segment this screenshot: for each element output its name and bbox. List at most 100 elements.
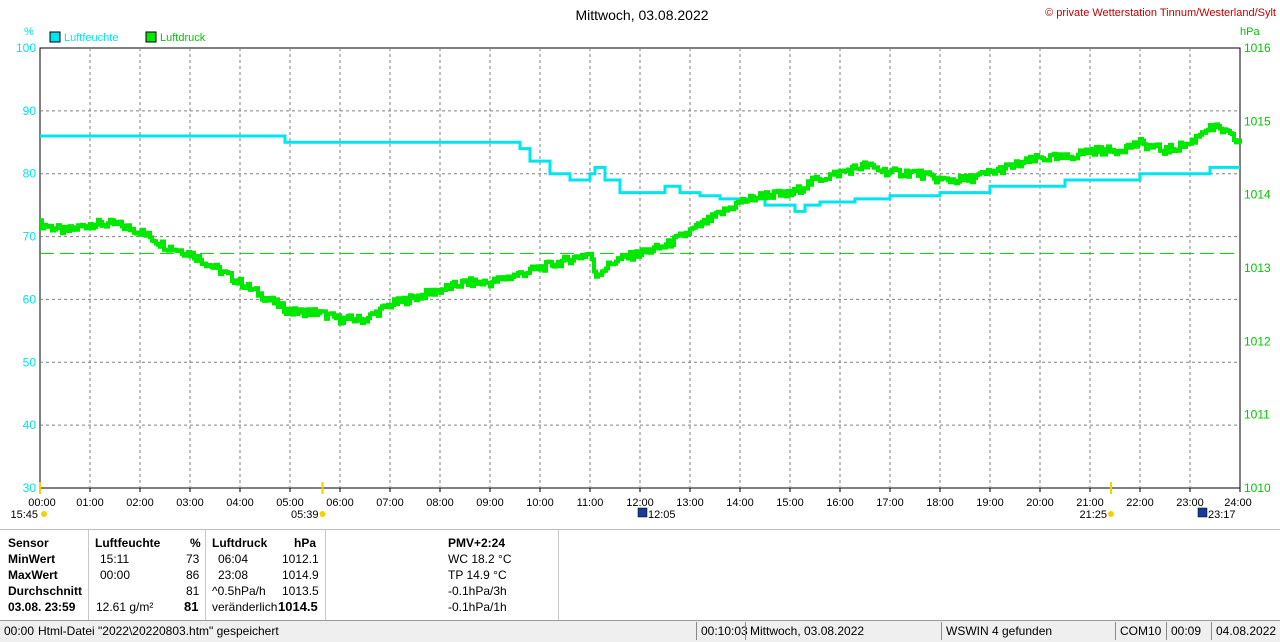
- row-now-label: 03.08. 23:59: [8, 600, 76, 614]
- statistics-panel: Sensor Luftfeuchte % Luftdruck hPa MinWe…: [0, 529, 1280, 621]
- x-tick-label: 24:00: [1224, 497, 1252, 509]
- right-tick-label: 1016: [1244, 41, 1271, 55]
- trend-3h: -0.1hPa/3h: [448, 584, 507, 598]
- event-time-label: 23:17: [1208, 509, 1236, 521]
- hum-max-time: 00:00: [100, 568, 131, 582]
- x-tick-label: 04:00: [226, 497, 254, 509]
- pres-trend: ^0.5hPa/h: [212, 584, 266, 598]
- right-axis-ticks: 1010 1011 1012 1013 1014 1015 1016: [1244, 41, 1271, 495]
- hum-avg-value: 81: [186, 584, 200, 598]
- hdr-humidity-unit: %: [190, 536, 201, 550]
- event-time-label: 12:05: [648, 509, 676, 521]
- chart-title: Mittwoch, 03.08.2022: [575, 7, 708, 23]
- right-tick-label: 1011: [1244, 408, 1270, 422]
- pmv-value: PMV+2:24: [448, 536, 506, 550]
- x-tick-label: 06:00: [326, 497, 354, 509]
- right-axis-unit: hPa: [1240, 26, 1260, 38]
- x-axis-ticks: 00:00 01:00 02:00 03:00 04:00 05:00 06:00 07:00…: [28, 488, 1252, 509]
- hum-min-value: 73: [186, 552, 200, 566]
- right-tick-label: 1015: [1244, 114, 1271, 128]
- left-tick-label: 60: [23, 292, 37, 306]
- x-tick-label: 21:00: [1076, 497, 1104, 509]
- x-tick-label: 12:00: [626, 497, 654, 509]
- hdr-sensor: Sensor: [8, 536, 49, 550]
- x-tick-label: 13:00: [676, 497, 704, 509]
- pres-max-value: 1014.9: [282, 568, 319, 582]
- x-tick-label: 00:00: [28, 497, 56, 509]
- row-max-label: MaxWert: [8, 568, 58, 582]
- moon-icon: [637, 507, 648, 518]
- left-tick-label: 70: [23, 230, 37, 244]
- left-tick-label: 100: [16, 41, 36, 55]
- legend-label-pressure: Luftdruck: [160, 32, 206, 44]
- left-tick-label: 90: [23, 104, 37, 118]
- x-tick-label: 15:00: [776, 497, 804, 509]
- status-bar: 00:00 Html-Datei "2022\20220803.htm" ges…: [0, 620, 1280, 642]
- right-tick-label: 1010: [1244, 481, 1271, 495]
- left-tick-label: 50: [23, 355, 37, 369]
- status-port: COM10: [1115, 622, 1166, 640]
- moon-icon: [1197, 507, 1208, 518]
- x-tick-label: 23:00: [1176, 497, 1204, 509]
- status-today: 04.08.2022: [1211, 622, 1280, 640]
- status-html-time: 00:00: [4, 624, 35, 638]
- event-time-label: 15:45: [10, 509, 38, 521]
- pres-now-value: 1014.5: [278, 599, 318, 614]
- x-tick-label: 01:00: [76, 497, 104, 509]
- hdr-pressure: Luftdruck: [212, 536, 268, 550]
- x-tick-label: 08:00: [426, 497, 454, 509]
- left-tick-label: 80: [23, 167, 37, 181]
- x-tick-label: 07:00: [376, 497, 404, 509]
- event-marker: [39, 482, 41, 494]
- event-marker: [1110, 482, 1112, 494]
- x-tick-label: 19:00: [976, 497, 1004, 509]
- status-elapsed: 00:10:03: [696, 622, 748, 640]
- right-tick-label: 1014: [1244, 188, 1271, 202]
- pres-min-time: 06:04: [218, 552, 249, 566]
- x-tick-label: 11:00: [577, 497, 604, 509]
- status-found: WSWIN 4 gefunden: [941, 622, 1115, 640]
- hum-max-value: 86: [186, 568, 200, 582]
- status-date: Mittwoch, 03.08.2022: [745, 622, 941, 640]
- status-clock: 00:09: [1166, 622, 1211, 640]
- left-tick-label: 40: [23, 418, 37, 432]
- sun-icon: [1108, 511, 1114, 517]
- dewpoint-value: TP 14.9 °C: [448, 568, 507, 582]
- legend-swatch-pressure: [145, 31, 157, 43]
- hdr-humidity: Luftfeuchte: [95, 536, 161, 550]
- pres-min-value: 1012.1: [282, 552, 319, 566]
- hum-min-time: 15:11: [100, 552, 130, 566]
- x-tick-label: 03:00: [176, 497, 204, 509]
- trend-1h: -0.1hPa/1h: [448, 600, 507, 614]
- x-tick-label: 02:00: [126, 497, 154, 509]
- pres-max-time: 23:08: [218, 568, 249, 582]
- weather-chart: Mittwoch, 03.08.2022 © private Wettersta…: [10, 7, 1276, 521]
- legend-label-humidity: Luftfeuchte: [64, 32, 118, 44]
- x-tick-label: 05:00: [276, 497, 304, 509]
- row-min-label: MinWert: [8, 552, 56, 566]
- x-tick-label: 17:00: [876, 497, 904, 509]
- station-credit: © private Wetterstation Tinnum/Westerlan…: [1045, 7, 1276, 19]
- windchill-value: WC 18.2 °C: [448, 552, 512, 566]
- legend-swatch-humidity: [49, 31, 61, 43]
- event-marker: [321, 482, 324, 494]
- pres-avg-value: 1013.5: [282, 584, 319, 598]
- pres-state: veränderlich: [212, 600, 278, 614]
- x-tick-label: 22:00: [1126, 497, 1154, 509]
- sun-icon: [319, 511, 326, 517]
- hum-now-value: 81: [184, 599, 199, 614]
- sun-icon: [41, 511, 47, 517]
- x-tick-label: 16:00: [826, 497, 854, 509]
- left-axis-ticks: 30 40 50 60 70 80 90 100: [16, 41, 36, 495]
- left-axis-unit: %: [24, 26, 34, 38]
- left-tick-label: 30: [23, 481, 37, 495]
- right-tick-label: 1013: [1244, 261, 1271, 275]
- x-tick-label: 10:00: [526, 497, 554, 509]
- status-html-message: Html-Datei "2022\20220803.htm" gespeiche…: [38, 624, 279, 638]
- right-tick-label: 1012: [1244, 334, 1271, 348]
- hdr-pressure-unit: hPa: [294, 536, 317, 550]
- event-time-label: 05:39: [291, 509, 319, 521]
- hum-now-abs: 12.61 g/m²: [96, 600, 154, 614]
- row-avg-label: Durchschnitt: [8, 584, 83, 598]
- event-time-label: 21:25: [1079, 509, 1107, 521]
